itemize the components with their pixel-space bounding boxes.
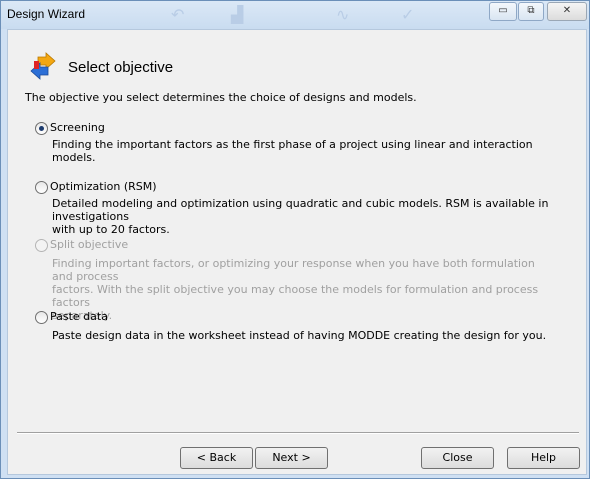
screening-radio[interactable] [35, 122, 48, 135]
paste-data-label: Paste data [50, 310, 108, 323]
back-button[interactable]: < Back [180, 447, 253, 469]
description-line: Detailed modeling and optimization using… [52, 197, 549, 223]
curve-icon: ∿ [336, 5, 350, 24]
undo-icon: ↶ [171, 5, 185, 24]
optimization-radio[interactable] [35, 181, 48, 194]
restore-icon: ⧉ [527, 5, 535, 16]
description-line: Finding important factors, or optimizing… [52, 257, 535, 283]
optimization-description: Detailed modeling and optimization using… [52, 197, 552, 236]
wizard-content: Select objective The objective you selec… [7, 29, 587, 475]
paste-data-description: Paste design data in the worksheet inste… [52, 329, 547, 342]
check-icon: ✓ [401, 5, 415, 24]
intro-text: The objective you select determines the … [25, 91, 417, 104]
close-icon: ✕ [562, 5, 572, 16]
screening-description: Finding the important factors as the fir… [52, 138, 533, 164]
split-objective-description: Finding important factors, or optimizing… [52, 257, 552, 322]
design-wizard-window: Design Wizard ↶ ▟ ∿ ✓ ▭ ⧉ ✕ Select objec… [0, 0, 590, 479]
close-window-button[interactable]: ✕ [547, 2, 587, 21]
description-line: separately. [52, 309, 113, 322]
help-button[interactable]: Help [507, 447, 580, 469]
next-button[interactable]: Next > [255, 447, 328, 469]
minimize-icon: ▭ [498, 5, 508, 16]
close-button[interactable]: Close [421, 447, 494, 469]
paste-data-radio[interactable] [35, 311, 48, 324]
split-objective-label: Split objective [50, 238, 129, 251]
window-title: Design Wizard [7, 7, 86, 21]
description-line: with up to 20 factors. [52, 223, 170, 236]
chart-icon: ▟ [231, 5, 244, 24]
screening-label: Screening [50, 121, 105, 134]
restore-button[interactable]: ⧉ [518, 2, 544, 21]
footer-separator [17, 432, 579, 434]
title-bar[interactable]: Design Wizard ↶ ▟ ∿ ✓ ▭ ⧉ ✕ [1, 1, 589, 29]
description-line: factors. With the split objective you ma… [52, 283, 539, 309]
split-objective-radio [35, 239, 48, 252]
page-title: Select objective [68, 59, 174, 76]
minimize-button[interactable]: ▭ [489, 2, 517, 21]
swap-arrows-icon [30, 52, 56, 80]
optimization-label: Optimization (RSM) [50, 180, 157, 193]
